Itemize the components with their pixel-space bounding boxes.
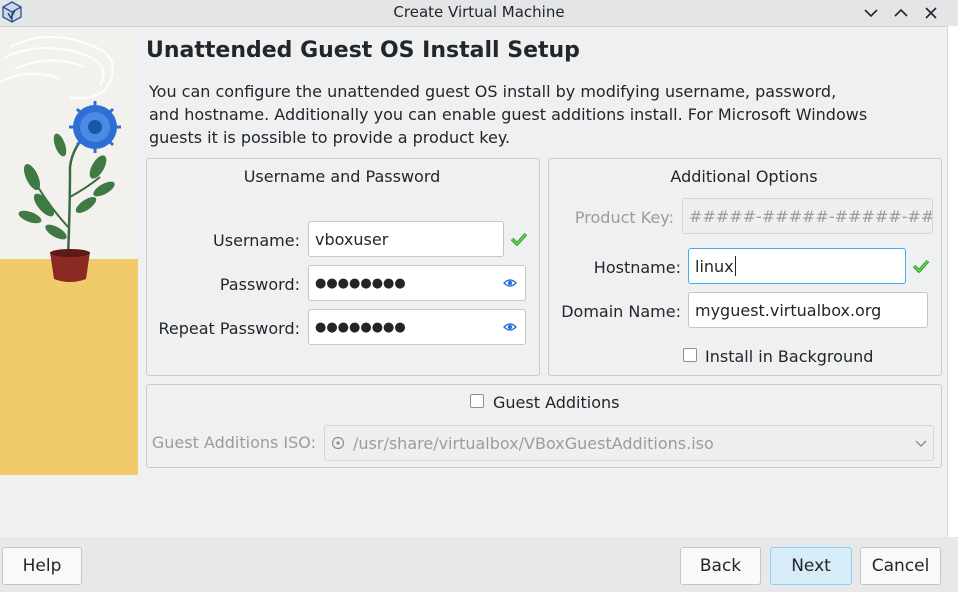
hostname-input[interactable]: linux bbox=[688, 248, 906, 284]
guest-additions-checkbox[interactable] bbox=[470, 394, 484, 408]
username-input[interactable]: vboxuser bbox=[308, 221, 504, 257]
window-title: Create Virtual Machine bbox=[393, 3, 565, 21]
additional-options-title: Additional Options bbox=[670, 167, 818, 186]
hostname-valid-check-icon bbox=[912, 259, 930, 273]
close-button[interactable] bbox=[920, 2, 942, 24]
hostname-value: linux bbox=[695, 256, 734, 276]
disc-icon bbox=[331, 436, 345, 450]
chevron-down-icon bbox=[915, 440, 927, 447]
guest-additions-label[interactable]: Guest Additions bbox=[493, 393, 619, 412]
close-icon bbox=[925, 7, 937, 19]
username-value: vboxuser bbox=[315, 229, 389, 249]
product-key-input[interactable]: #####-#####-#####-#####- bbox=[682, 198, 933, 234]
domain-name-input[interactable]: myguest.virtualbox.org bbox=[688, 292, 928, 328]
back-button[interactable]: Back bbox=[680, 547, 761, 585]
hostname-label: Hostname: bbox=[593, 258, 681, 277]
window-edge bbox=[947, 26, 958, 592]
page-title: Unattended Guest OS Install Setup bbox=[146, 38, 580, 63]
text-cursor bbox=[734, 256, 736, 276]
show-repeat-password-icon[interactable] bbox=[503, 321, 517, 333]
product-key-placeholder: #####-#####-#####-#####- bbox=[689, 206, 933, 226]
guest-additions-iso-label: Guest Additions ISO: bbox=[151, 433, 316, 452]
domain-name-label: Domain Name: bbox=[561, 302, 681, 321]
title-bar[interactable]: Create Virtual Machine bbox=[0, 0, 958, 27]
show-password-icon[interactable] bbox=[503, 277, 517, 289]
password-value: ●●●●●●●● bbox=[315, 275, 406, 291]
guest-additions-iso-select[interactable]: /usr/share/virtualbox/VBoxGuestAdditions… bbox=[324, 425, 934, 461]
chevron-up-icon bbox=[894, 8, 908, 17]
install-in-background-label[interactable]: Install in Background bbox=[705, 347, 873, 366]
repeat-password-label: Repeat Password: bbox=[158, 319, 300, 338]
help-button[interactable]: Help bbox=[2, 547, 82, 585]
minimize-button[interactable] bbox=[860, 2, 882, 24]
repeat-password-input[interactable]: ●●●●●●●● bbox=[308, 309, 526, 345]
repeat-password-value: ●●●●●●●● bbox=[315, 319, 406, 335]
page-description: You can configure the unattended guest O… bbox=[149, 82, 868, 147]
credentials-group-title: Username and Password bbox=[243, 167, 441, 186]
next-button[interactable]: Next bbox=[770, 547, 852, 585]
maximize-button[interactable] bbox=[890, 2, 912, 24]
install-in-background-checkbox[interactable] bbox=[683, 348, 697, 362]
password-label: Password: bbox=[219, 275, 300, 294]
valid-check-icon bbox=[510, 232, 528, 246]
wizard-illustration bbox=[0, 27, 138, 475]
cancel-button[interactable]: Cancel bbox=[860, 547, 941, 585]
password-input[interactable]: ●●●●●●●● bbox=[308, 265, 526, 301]
domain-name-value: myguest.virtualbox.org bbox=[695, 300, 882, 320]
product-key-label: Product Key: bbox=[574, 208, 674, 227]
guest-additions-iso-value: /usr/share/virtualbox/VBoxGuestAdditions… bbox=[353, 433, 714, 453]
chevron-down-icon bbox=[864, 9, 878, 18]
username-label: Username: bbox=[213, 231, 300, 250]
